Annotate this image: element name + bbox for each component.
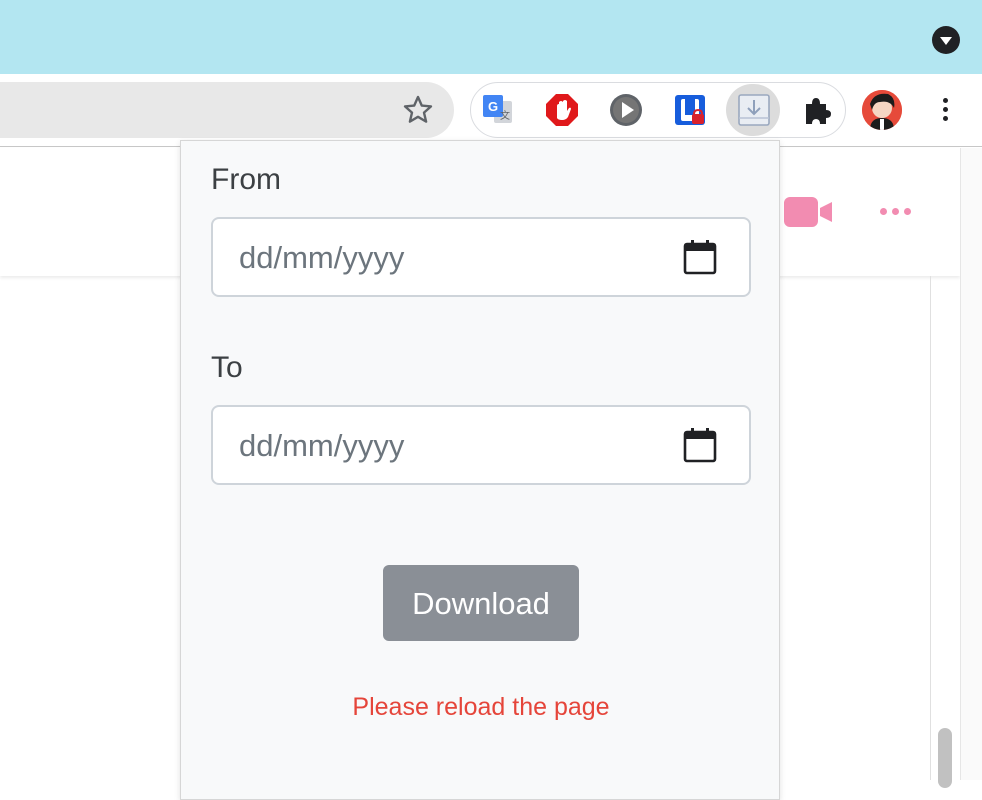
browser-titlebar: [0, 0, 982, 74]
bookmark-star-icon[interactable]: [400, 92, 436, 128]
from-date-placeholder: dd/mm/yyyy: [239, 240, 405, 275]
adblock-hand-icon[interactable]: [544, 92, 580, 128]
to-label: To: [211, 351, 243, 384]
from-date-input[interactable]: dd/mm/yyyy: [211, 217, 751, 297]
to-date-input[interactable]: dd/mm/yyyy: [211, 405, 751, 485]
tab-search-chevron-icon[interactable]: [932, 26, 960, 54]
scrollbar-thumb[interactable]: [938, 728, 952, 788]
content-divider: [930, 276, 931, 780]
more-horizontal-icon[interactable]: [878, 202, 914, 222]
from-label: From: [211, 163, 281, 196]
calendar-icon[interactable]: [683, 427, 717, 463]
profile-avatar[interactable]: [862, 90, 902, 130]
play-circle-icon[interactable]: [608, 92, 644, 128]
extensions-group: [470, 82, 846, 138]
download-tray-icon[interactable]: [736, 92, 772, 128]
scrollbar-track: [960, 148, 982, 780]
reload-error-message: Please reload the page: [352, 693, 610, 721]
calendar-icon[interactable]: [683, 239, 717, 275]
download-button[interactable]: Download: [383, 565, 579, 641]
video-camera-icon[interactable]: [784, 196, 834, 228]
address-bar[interactable]: [0, 82, 454, 138]
to-date-placeholder: dd/mm/yyyy: [239, 428, 405, 463]
puzzle-extensions-icon[interactable]: [800, 92, 836, 128]
google-translate-icon[interactable]: G 文: [480, 92, 516, 128]
svg-text:文: 文: [500, 109, 510, 122]
browser-menu-kebab-icon[interactable]: [930, 92, 960, 128]
bitwarden-shield-icon[interactable]: [672, 92, 708, 128]
svg-text:G: G: [488, 99, 498, 114]
download-extension-popup: From dd/mm/yyyy To dd/mm/yyyy Download P…: [180, 140, 780, 800]
